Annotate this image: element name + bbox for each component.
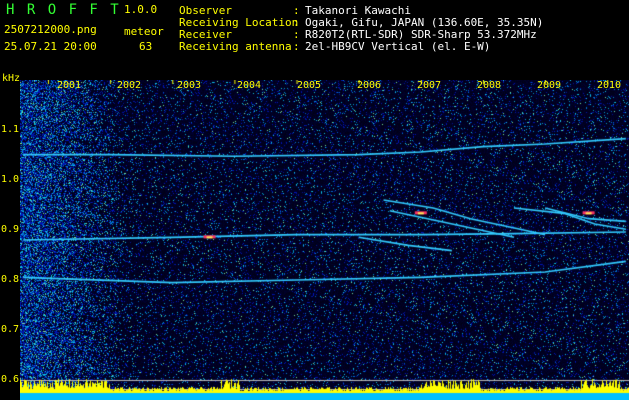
x-tick-label: 2001 xyxy=(57,80,82,91)
x-tick-label: 2010 xyxy=(597,80,622,91)
count-value: 63 xyxy=(139,40,153,53)
info-value-antenna: 2el-HB9CV Vertical (el. E-W) xyxy=(305,40,491,53)
x-tick-label: 2005 xyxy=(297,80,322,91)
x-tick-label: 2006 xyxy=(357,80,382,91)
spectrogram-canvas xyxy=(20,80,629,400)
x-tick-label: 2008 xyxy=(477,80,502,91)
timestamp: 25.07.21 20:00 xyxy=(4,40,97,53)
y-axis-unit: kHz xyxy=(2,73,21,84)
x-tick-label: 2002 xyxy=(117,80,142,91)
x-tick-label: 2004 xyxy=(237,80,262,91)
filename: 2507212000.png xyxy=(4,23,97,36)
x-tick-label: 2009 xyxy=(537,80,562,91)
y-tick-label: 0.7 xyxy=(1,324,20,335)
count-label: meteor xyxy=(124,25,164,38)
info-key-antenna: Receiving antenna xyxy=(179,40,292,53)
y-tick-label: 1.0 xyxy=(1,174,20,185)
y-tick-label: 0.9 xyxy=(1,224,20,235)
x-tick-label: 2003 xyxy=(177,80,202,91)
y-tick-label: 0.8 xyxy=(1,274,20,285)
y-tick-label: 0.6 xyxy=(1,374,20,385)
hroft-screen: H R O F F T 1.0.0 2507212000.png meteor … xyxy=(0,0,629,400)
x-tick-label: 2007 xyxy=(417,80,442,91)
app-version: 1.0.0 xyxy=(124,3,158,16)
y-tick-label: 1.1 xyxy=(1,124,20,135)
info-sep: : xyxy=(293,40,300,53)
app-name: H R O F F T xyxy=(6,2,121,18)
